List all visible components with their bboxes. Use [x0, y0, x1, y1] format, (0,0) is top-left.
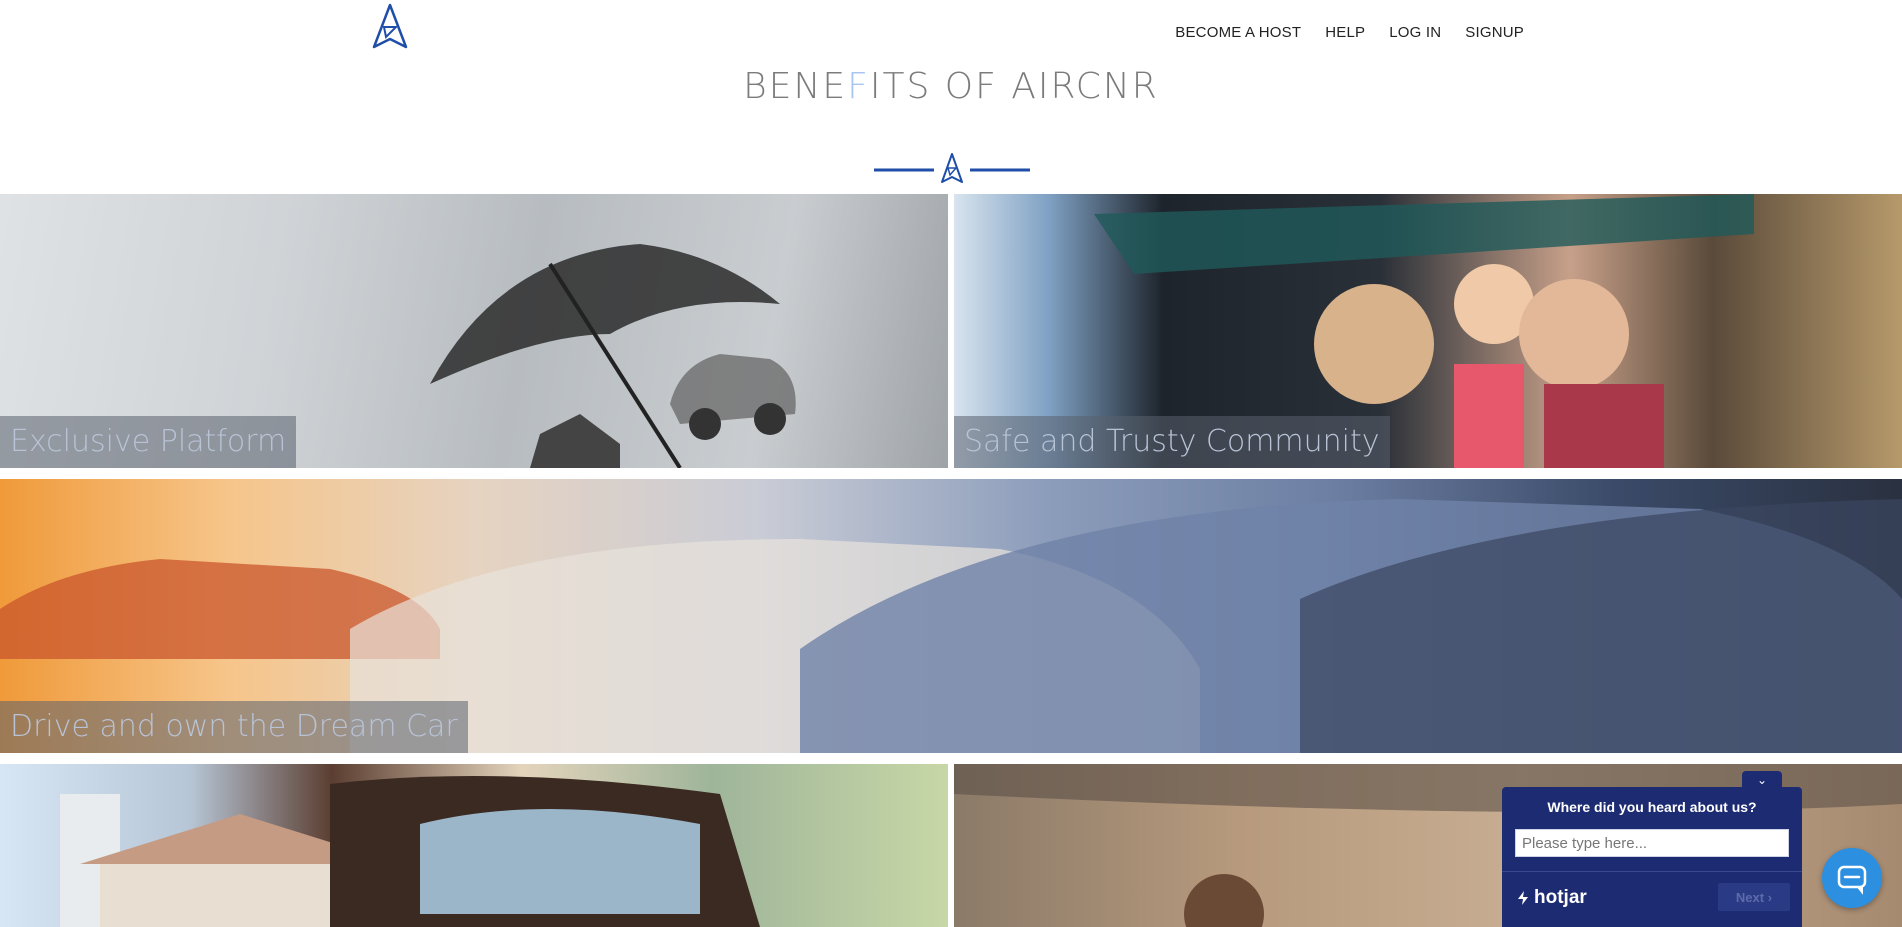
- page-title: BENEFITS OF AIRCNR: [743, 66, 1159, 107]
- chat-button[interactable]: [1822, 848, 1882, 908]
- tile-caption: Drive and own the Dream Car: [0, 701, 468, 753]
- chevron-down-icon: ⌄: [1756, 773, 1768, 787]
- page: BECOME A HOST HELP LOG IN SIGNUP BENEFIT…: [0, 0, 1902, 927]
- survey-next-button[interactable]: Next ›: [1718, 883, 1790, 911]
- benefit-tile-safe-community[interactable]: Safe and Trusty Community: [954, 194, 1902, 468]
- survey-answer-input[interactable]: [1515, 829, 1789, 857]
- umbrella-illustration: [430, 244, 796, 468]
- chat-icon: [1837, 865, 1867, 895]
- hotjar-brand: hotjar: [1516, 887, 1587, 909]
- tile-caption: Safe and Trusty Community: [954, 416, 1390, 468]
- survey-question: Where did you heard about us?: [1547, 799, 1757, 815]
- divider-logo-icon: [941, 153, 963, 183]
- survey-separator: [1502, 871, 1802, 872]
- chevron-right-icon: ›: [1767, 889, 1773, 905]
- hotjar-logo-icon: [1518, 891, 1528, 905]
- section-divider: [874, 153, 1030, 183]
- benefit-tile-4[interactable]: [0, 764, 948, 927]
- nav-login[interactable]: LOG IN: [1389, 24, 1441, 41]
- aircnr-logo-icon[interactable]: [371, 3, 409, 51]
- nav-become-host[interactable]: BECOME A HOST: [1175, 24, 1301, 41]
- house-car-photo: [60, 776, 760, 927]
- next-label: Next: [1735, 889, 1765, 905]
- top-nav: BECOME A HOST HELP LOG IN SIGNUP: [1175, 24, 1524, 41]
- title-accent-letter: F: [847, 66, 870, 107]
- tile-caption: Exclusive Platform: [0, 416, 297, 468]
- nav-help[interactable]: HELP: [1325, 24, 1365, 41]
- nav-signup[interactable]: SIGNUP: [1465, 24, 1524, 41]
- hotjar-brand-text: hotjar: [1534, 887, 1587, 908]
- benefit-tile-dream-car[interactable]: Drive and own the Dream Car: [0, 479, 1902, 753]
- benefit-tile-exclusive-platform[interactable]: Exclusive Platform: [0, 194, 948, 468]
- hotjar-survey-widget: Where did you heard about us? hotjar Nex…: [1502, 787, 1802, 927]
